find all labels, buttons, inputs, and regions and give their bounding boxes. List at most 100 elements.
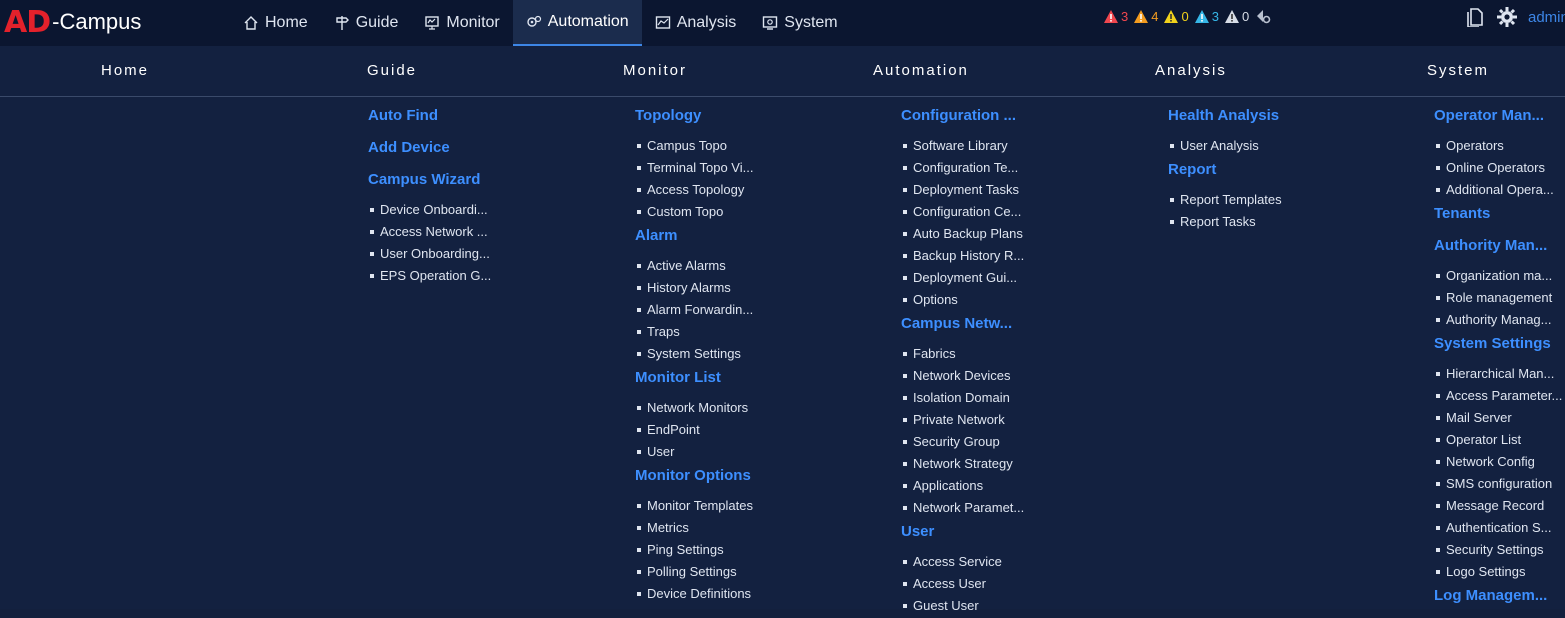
- menu-item[interactable]: Access Service: [901, 552, 1024, 574]
- menu-item[interactable]: Campus Topo: [635, 136, 753, 158]
- menu-category[interactable]: Campus Wizard: [368, 168, 491, 200]
- nav-system[interactable]: System: [749, 0, 850, 46]
- nav-guide[interactable]: Guide: [321, 0, 412, 46]
- alarm-minor[interactable]: 0: [1164, 9, 1189, 24]
- menu-item[interactable]: Isolation Domain: [901, 388, 1024, 410]
- menu-column-system[interactable]: System: [1427, 62, 1489, 79]
- menu-item[interactable]: Metrics: [635, 518, 753, 540]
- alarm-warning[interactable]: 3: [1194, 9, 1219, 24]
- menu-item[interactable]: Private Network: [901, 410, 1024, 432]
- menu-item[interactable]: Alarm Forwardin...: [635, 300, 753, 322]
- menu-column-monitor[interactable]: Monitor: [623, 62, 687, 79]
- menu-item[interactable]: Report Tasks: [1168, 212, 1282, 234]
- nav-automation[interactable]: Automation: [512, 0, 642, 46]
- menu-category[interactable]: Alarm: [635, 224, 753, 256]
- menu-category[interactable]: Monitor Options: [635, 464, 753, 496]
- menu-item[interactable]: Access User: [901, 574, 1024, 596]
- menu-item[interactable]: Options: [901, 290, 1024, 312]
- menu-item[interactable]: Deployment Tasks: [901, 180, 1024, 202]
- menu-item[interactable]: Fabrics: [901, 344, 1024, 366]
- menu-item[interactable]: Applications: [901, 476, 1024, 498]
- menu-item[interactable]: EPS Operation G...: [368, 266, 491, 288]
- menu-item[interactable]: Backup History R...: [901, 246, 1024, 268]
- menu-item[interactable]: History Alarms: [635, 278, 753, 300]
- menu-item[interactable]: Network Devices: [901, 366, 1024, 388]
- menu-item[interactable]: User: [635, 442, 753, 464]
- menu-item[interactable]: Terminal Topo Vi...: [635, 158, 753, 180]
- menu-item[interactable]: Polling Settings: [635, 562, 753, 584]
- alarm-critical[interactable]: 3: [1104, 9, 1128, 24]
- menu-item[interactable]: Network Monitors: [635, 398, 753, 420]
- app-logo[interactable]: AD -Campus: [4, 4, 141, 40]
- menu-category[interactable]: Operator Man...: [1434, 104, 1562, 136]
- menu-item[interactable]: Guest User: [901, 596, 1024, 618]
- menu-item[interactable]: Access Topology: [635, 180, 753, 202]
- menu-item[interactable]: Mail Server: [1434, 408, 1562, 430]
- menu-item[interactable]: User Onboarding...: [368, 244, 491, 266]
- menu-item[interactable]: Additional Opera...: [1434, 180, 1562, 202]
- menu-column-home[interactable]: Home: [101, 62, 149, 79]
- monitor-icon: [425, 16, 440, 30]
- menu-item[interactable]: Role management: [1434, 288, 1562, 310]
- nav-monitor[interactable]: Monitor: [411, 0, 512, 46]
- menu-item[interactable]: Device Onboardi...: [368, 200, 491, 222]
- menu-item[interactable]: Organization ma...: [1434, 266, 1562, 288]
- menu-item[interactable]: Traps: [635, 322, 753, 344]
- menu-item[interactable]: Access Network ...: [368, 222, 491, 244]
- menu-category[interactable]: Log Managem...: [1434, 584, 1562, 616]
- menu-category[interactable]: Topology: [635, 104, 753, 136]
- menu-item[interactable]: Access Parameter...: [1434, 386, 1562, 408]
- menu-item[interactable]: Active Alarms: [635, 256, 753, 278]
- menu-column-guide[interactable]: Guide: [367, 62, 417, 79]
- menu-item[interactable]: Auto Backup Plans: [901, 224, 1024, 246]
- menu-item[interactable]: Message Record: [1434, 496, 1562, 518]
- menu-item[interactable]: Report Templates: [1168, 190, 1282, 212]
- menu-item[interactable]: Ping Settings: [635, 540, 753, 562]
- menu-item[interactable]: Custom Topo: [635, 202, 753, 224]
- menu-item[interactable]: Configuration Te...: [901, 158, 1024, 180]
- menu-item[interactable]: Network Strategy: [901, 454, 1024, 476]
- menu-item[interactable]: Online Operators: [1434, 158, 1562, 180]
- menu-category[interactable]: System Settings: [1434, 332, 1562, 364]
- nav-analysis[interactable]: Analysis: [642, 0, 750, 46]
- menu-item[interactable]: Monitor Templates: [635, 496, 753, 518]
- menu-column-automation[interactable]: Automation: [873, 62, 969, 79]
- menu-item[interactable]: Security Settings: [1434, 540, 1562, 562]
- menu-item[interactable]: Operators: [1434, 136, 1562, 158]
- menu-item[interactable]: Operator List: [1434, 430, 1562, 452]
- menu-category[interactable]: Configuration ...: [901, 104, 1024, 136]
- menu-item[interactable]: Security Group: [901, 432, 1024, 454]
- menu-column-analysis[interactable]: Analysis: [1155, 62, 1227, 79]
- menu-category[interactable]: Report: [1168, 158, 1282, 190]
- menu-item[interactable]: Authentication S...: [1434, 518, 1562, 540]
- menu-category[interactable]: Add Device: [368, 136, 491, 168]
- menu-item[interactable]: Configuration Ce...: [901, 202, 1024, 224]
- menu-item[interactable]: Software Library: [901, 136, 1024, 158]
- menu-item[interactable]: Authority Manag...: [1434, 310, 1562, 332]
- user-menu[interactable]: admin: [1528, 9, 1565, 26]
- alarm-summary[interactable]: 3 4 0 3 0: [1104, 8, 1271, 24]
- menu-item[interactable]: Hierarchical Man...: [1434, 364, 1562, 386]
- menu-item[interactable]: Device Definitions: [635, 584, 753, 606]
- alarm-info[interactable]: 0: [1224, 9, 1249, 24]
- document-icon[interactable]: [1466, 7, 1484, 27]
- menu-category[interactable]: Auto Find: [368, 104, 491, 136]
- menu-item[interactable]: EndPoint: [635, 420, 753, 442]
- nav-home[interactable]: Home: [230, 0, 321, 46]
- gear-icon[interactable]: [1496, 6, 1518, 28]
- menu-item[interactable]: Logo Settings: [1434, 562, 1562, 584]
- menu-item[interactable]: SMS configuration: [1434, 474, 1562, 496]
- menu-category[interactable]: Tenants: [1434, 202, 1562, 234]
- menu-item[interactable]: System Settings: [635, 344, 753, 366]
- menu-category[interactable]: Campus Netw...: [901, 312, 1024, 344]
- menu-category[interactable]: Authority Man...: [1434, 234, 1562, 266]
- alarm-major[interactable]: 4: [1134, 9, 1158, 24]
- menu-item[interactable]: Deployment Gui...: [901, 268, 1024, 290]
- menu-category[interactable]: User: [901, 520, 1024, 552]
- menu-item[interactable]: Network Config: [1434, 452, 1562, 474]
- menu-item[interactable]: User Analysis: [1168, 136, 1282, 158]
- menu-item[interactable]: Network Paramet...: [901, 498, 1024, 520]
- menu-category[interactable]: Monitor List: [635, 366, 753, 398]
- alarm-settings-icon[interactable]: [1255, 8, 1271, 24]
- menu-category[interactable]: Health Analysis: [1168, 104, 1282, 136]
